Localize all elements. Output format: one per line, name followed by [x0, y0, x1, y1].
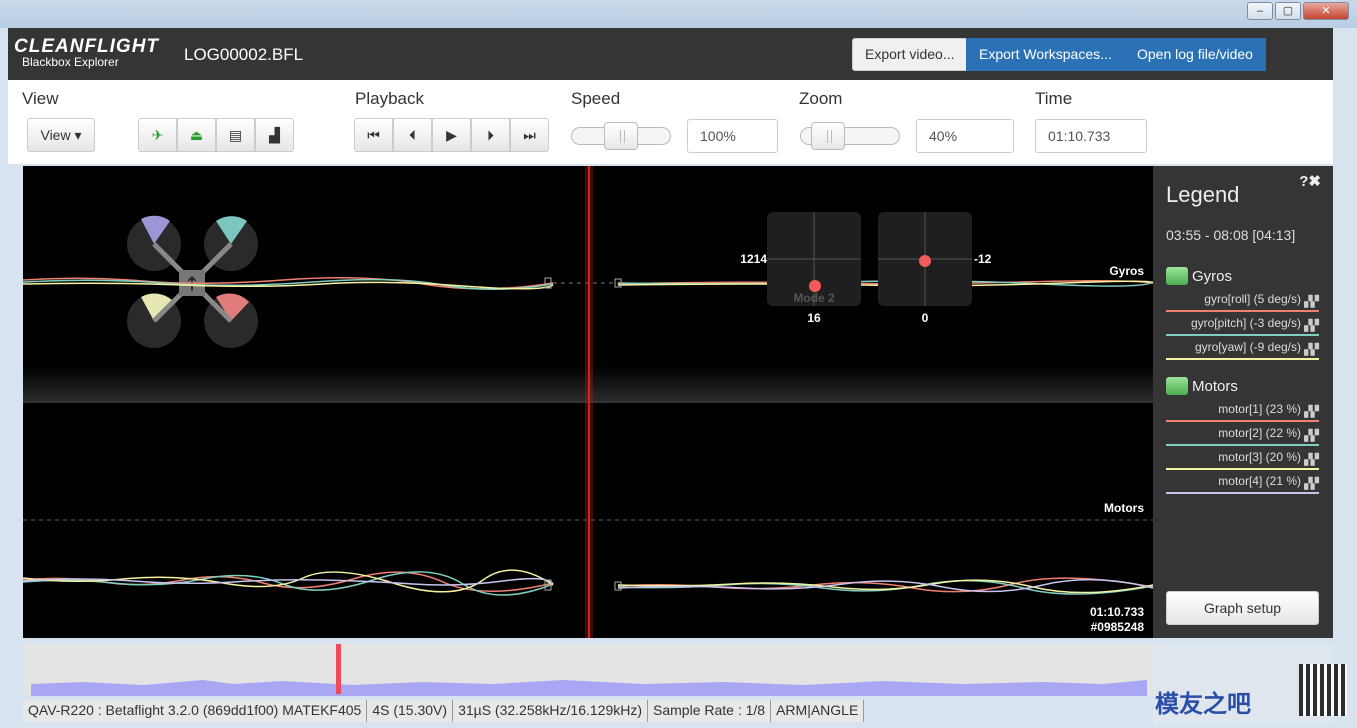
analyser-view-icon[interactable]: ▟ [255, 118, 294, 152]
view-dropdown[interactable]: View ▾ [27, 118, 95, 152]
jump-end-icon[interactable]: ⏭ [510, 118, 549, 152]
open-log-button[interactable]: Open log file/video [1124, 38, 1266, 71]
legend-panel: Legend ?✖ 03:55 - 08:08 [04:13] Gyros gy… [1153, 166, 1333, 638]
speed-slider-handle[interactable] [604, 122, 638, 150]
close-icon[interactable]: ✕ [1303, 2, 1349, 20]
zoom-slider-handle[interactable] [811, 122, 845, 150]
zoom-label: Zoom [799, 89, 843, 108]
status-bar: QAV-R220 : Betaflight 3.2.0 (869dd1f00) … [23, 700, 865, 722]
view-label: View [22, 89, 59, 108]
legend-item[interactable]: motor[1] (23 %) ▞▞ [1166, 400, 1319, 422]
log-graph[interactable]: ↑ 1214 16 -12 0 Mode 2 Gyros Motors 01:1… [23, 166, 1153, 638]
export-video-button[interactable]: Export video... [852, 38, 968, 71]
stick-left-x: 1214 [740, 252, 767, 266]
histogram-icon[interactable]: ▞▞ [1304, 341, 1319, 359]
status-looptime: 31µS (32.258kHz/16.129kHz) [453, 700, 649, 722]
app-header: CLEANFLIGHT Blackbox Explorer LOG00002.B… [8, 28, 1333, 80]
play-icon[interactable]: ▶ [432, 118, 471, 152]
legend-range: 03:55 - 08:08 [04:13] [1166, 227, 1296, 243]
step-forward-icon[interactable]: ⏵ [471, 118, 510, 152]
status-craft: QAV-R220 : Betaflight 3.2.0 (869dd1f00) … [23, 700, 368, 722]
cursor-time: 01:10.733 [1090, 605, 1144, 619]
status-flight-mode: ARM|ANGLE [771, 700, 865, 722]
group-color-swatch[interactable] [1166, 267, 1188, 285]
watermark-area: 模友之吧 [1153, 644, 1347, 724]
seek-position-marker[interactable] [336, 644, 341, 694]
app-logo: CLEANFLIGHT Blackbox Explorer [14, 36, 160, 69]
group-color-swatch[interactable] [1166, 377, 1188, 395]
stick-mode-label: Mode 2 [793, 291, 835, 305]
playback-label: Playback [355, 89, 424, 108]
histogram-icon[interactable]: ▞▞ [1304, 427, 1319, 445]
maximize-icon[interactable]: ▢ [1275, 2, 1301, 20]
window-titlebar: – ▢ ✕ [0, 0, 1357, 28]
histogram-icon[interactable]: ▞▞ [1304, 293, 1319, 311]
legend-group-motors[interactable]: Motors [1166, 377, 1238, 395]
step-back-icon[interactable]: ⏴ [393, 118, 432, 152]
histogram-icon[interactable]: ▞▞ [1304, 451, 1319, 469]
zoom-slider[interactable] [800, 122, 900, 150]
histogram-icon[interactable]: ▞▞ [1304, 475, 1319, 493]
speed-slider[interactable] [571, 122, 671, 150]
speed-input[interactable]: 100% [687, 119, 778, 153]
logo-subtitle: Blackbox Explorer [22, 55, 119, 69]
jump-start-icon[interactable]: ⏮ [354, 118, 393, 152]
stick-left-y: 16 [807, 311, 821, 325]
graph-canvas: ↑ 1214 16 -12 0 Mode 2 Gyros Motors 01:1… [23, 166, 1153, 638]
qr-code-icon [1299, 664, 1347, 716]
time-input[interactable]: 01:10.733 [1035, 119, 1147, 153]
gyros-graph-label: Gyros [1109, 264, 1144, 278]
speed-label: Speed [571, 89, 621, 108]
legend-item[interactable]: motor[3] (20 %) ▞▞ [1166, 448, 1319, 470]
seek-bar[interactable] [23, 644, 1153, 696]
minimize-icon[interactable]: – [1247, 2, 1273, 20]
export-workspaces-button[interactable]: Export Workspaces... [966, 38, 1125, 71]
stick-right-y: 0 [922, 311, 929, 325]
legend-group-gyros[interactable]: Gyros [1166, 267, 1232, 285]
legend-help-close-icon[interactable]: ?✖ [1299, 172, 1321, 190]
table-view-icon[interactable]: ▤ [216, 118, 255, 152]
log-filename: LOG00002.BFL [184, 45, 304, 64]
sticks-view-icon[interactable]: ⏏ [177, 118, 216, 152]
legend-item[interactable]: gyro[roll] (5 deg/s) ▞▞ [1166, 290, 1319, 312]
cursor-frame: #0985248 [1091, 620, 1145, 634]
watermark: 模友之吧 [1155, 691, 1251, 718]
histogram-icon[interactable]: ▞▞ [1304, 317, 1319, 335]
motors-graph-label: Motors [1104, 501, 1144, 515]
legend-item[interactable]: gyro[pitch] (-3 deg/s) ▞▞ [1166, 314, 1319, 336]
legend-item[interactable]: gyro[yaw] (-9 deg/s) ▞▞ [1166, 338, 1319, 360]
legend-item[interactable]: motor[2] (22 %) ▞▞ [1166, 424, 1319, 446]
craft-view-icon[interactable]: ✈ [138, 118, 177, 152]
stick-right-x: -12 [974, 252, 992, 266]
graph-setup-button[interactable]: Graph setup [1166, 591, 1319, 625]
legend-title: Legend [1166, 182, 1240, 207]
status-sample-rate: Sample Rate : 1/8 [648, 700, 772, 722]
toolbar: View View ▾ ✈ ⏏ ▤ ▟ Playback ⏮ ⏴ ▶ ⏵ ⏭ S… [8, 80, 1333, 164]
time-label: Time [1035, 89, 1073, 108]
status-battery: 4S (15.30V) [367, 700, 454, 722]
app-window: – ▢ ✕ CLEANFLIGHT Blackbox Explorer LOG0… [0, 0, 1357, 728]
histogram-icon[interactable]: ▞▞ [1304, 403, 1319, 421]
legend-item[interactable]: motor[4] (21 %) ▞▞ [1166, 472, 1319, 494]
zoom-input[interactable]: 40% [916, 119, 1014, 153]
